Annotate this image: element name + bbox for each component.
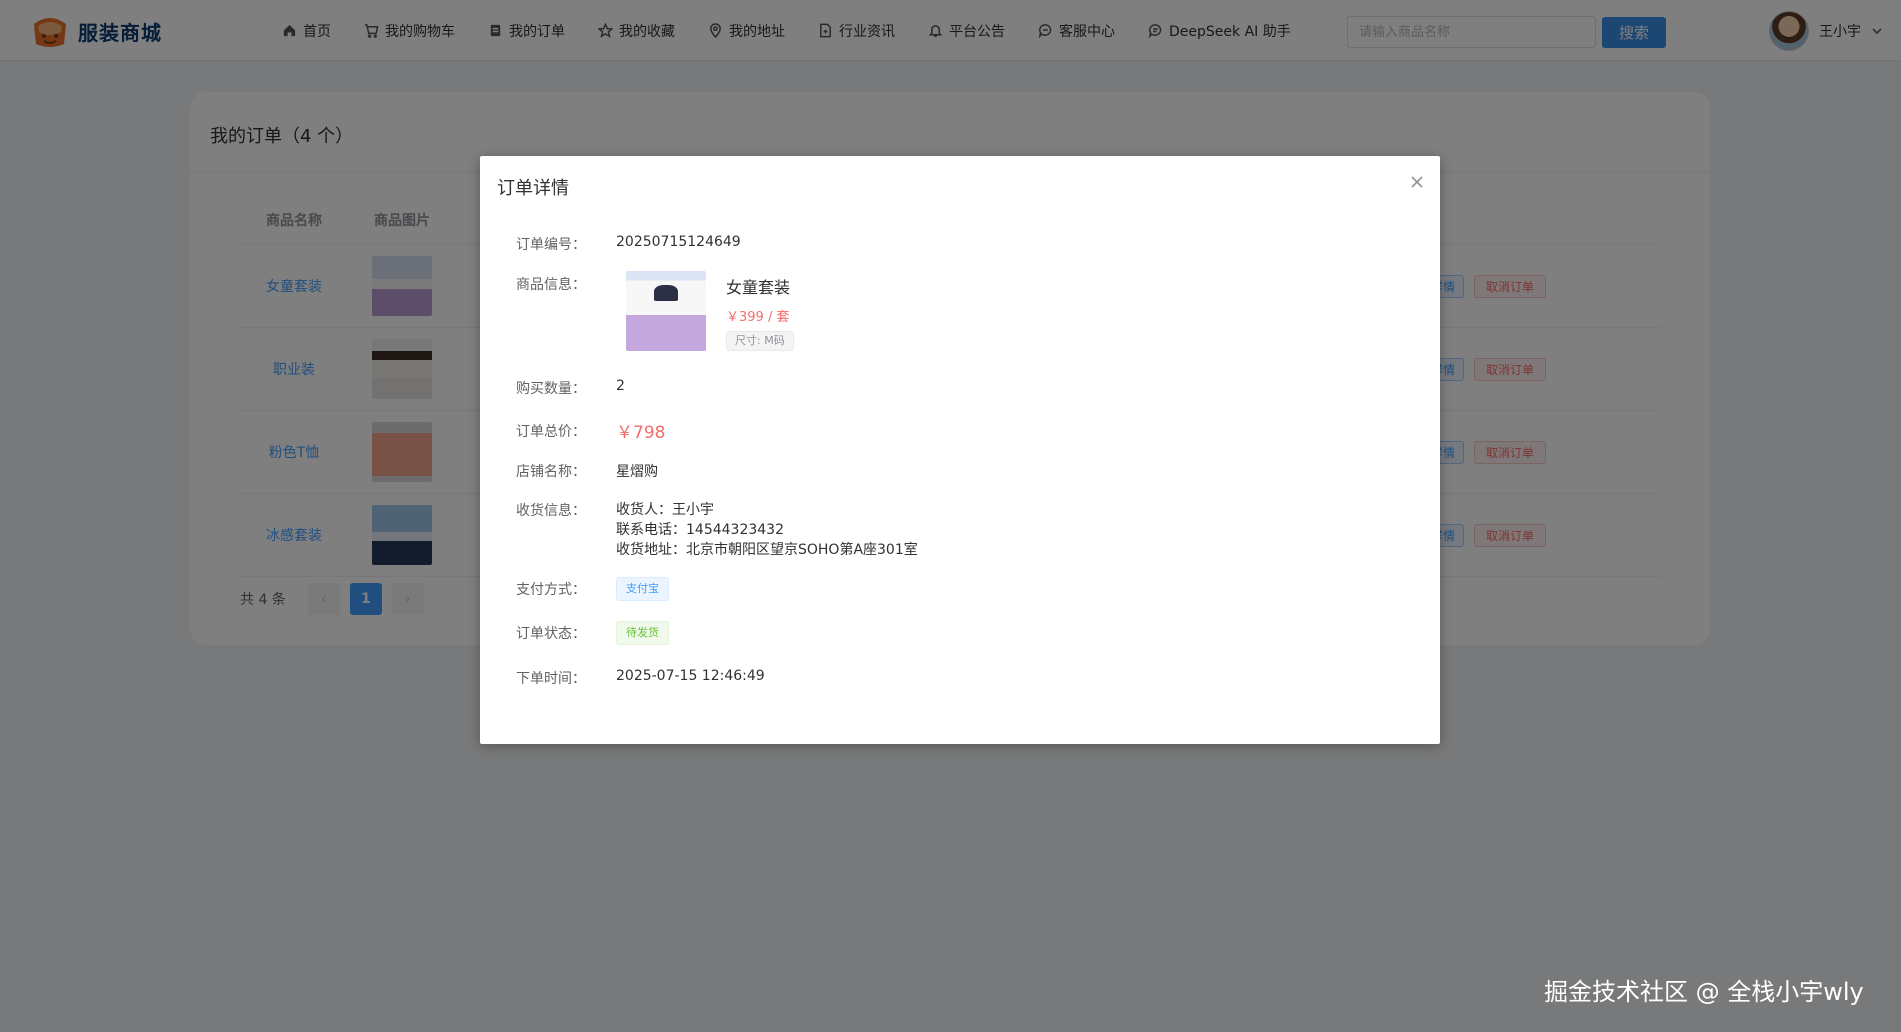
product-info-row: 商品信息：: [516, 274, 616, 294]
receiver-name: 收货人：王小宇: [616, 502, 714, 518]
status-row: 订单状态： 待发货: [516, 621, 669, 645]
order-number: 20250715124649: [616, 234, 741, 250]
quantity-row: 购买数量： 2: [516, 378, 625, 398]
receiver-row: 收货信息： 收货人：王小宇 联系电话：14544323432 收货地址：北京市朝…: [516, 500, 918, 560]
field-label: 订单状态：: [516, 626, 586, 642]
field-label: 店铺名称：: [516, 464, 586, 480]
close-button[interactable]: [1410, 174, 1426, 190]
shop-name: 星熠购: [616, 464, 658, 480]
field-label: 下单时间：: [516, 671, 586, 687]
field-label: 订单编号：: [516, 237, 586, 253]
product-price: ￥399 / 套: [726, 310, 790, 325]
quantity-value: 2: [616, 378, 625, 394]
order-detail-dialog: 订单详情 订单编号： 20250715124649 商品信息： 女童套装 ￥39…: [480, 156, 1440, 744]
total-price: ￥798: [616, 423, 666, 443]
watermark: 掘金技术社区 @ 全栈小宇wly: [1544, 978, 1864, 1006]
field-label: 收货信息：: [516, 503, 586, 519]
close-icon: [1411, 176, 1423, 188]
field-label: 支付方式：: [516, 582, 586, 598]
product-image: [626, 271, 706, 351]
size-tag: 尺寸: M码: [726, 331, 794, 351]
receiver-address: 收货地址：北京市朝阳区望京SOHO第A座301室: [616, 542, 918, 558]
payment-row: 支付方式： 支付宝: [516, 577, 669, 601]
status-badge: 待发货: [616, 621, 669, 645]
field-label: 商品信息：: [516, 277, 586, 293]
shop-row: 店铺名称： 星熠购: [516, 461, 658, 481]
receiver-phone: 联系电话：14544323432: [616, 522, 784, 538]
dialog-title: 订单详情: [497, 178, 569, 199]
field-label: 订单总价：: [516, 423, 586, 440]
field-label: 购买数量：: [516, 381, 586, 397]
order-time: 2025-07-15 12:46:49: [616, 668, 765, 684]
total-row: 订单总价： ￥798: [516, 418, 665, 443]
order-time-row: 下单时间： 2025-07-15 12:46:49: [516, 668, 765, 688]
product-name: 女童套装: [726, 278, 791, 297]
receiver-info: 收货人：王小宇 联系电话：14544323432 收货地址：北京市朝阳区望京SO…: [616, 500, 918, 560]
order-number-row: 订单编号： 20250715124649: [516, 234, 741, 254]
payment-tag: 支付宝: [616, 577, 669, 601]
